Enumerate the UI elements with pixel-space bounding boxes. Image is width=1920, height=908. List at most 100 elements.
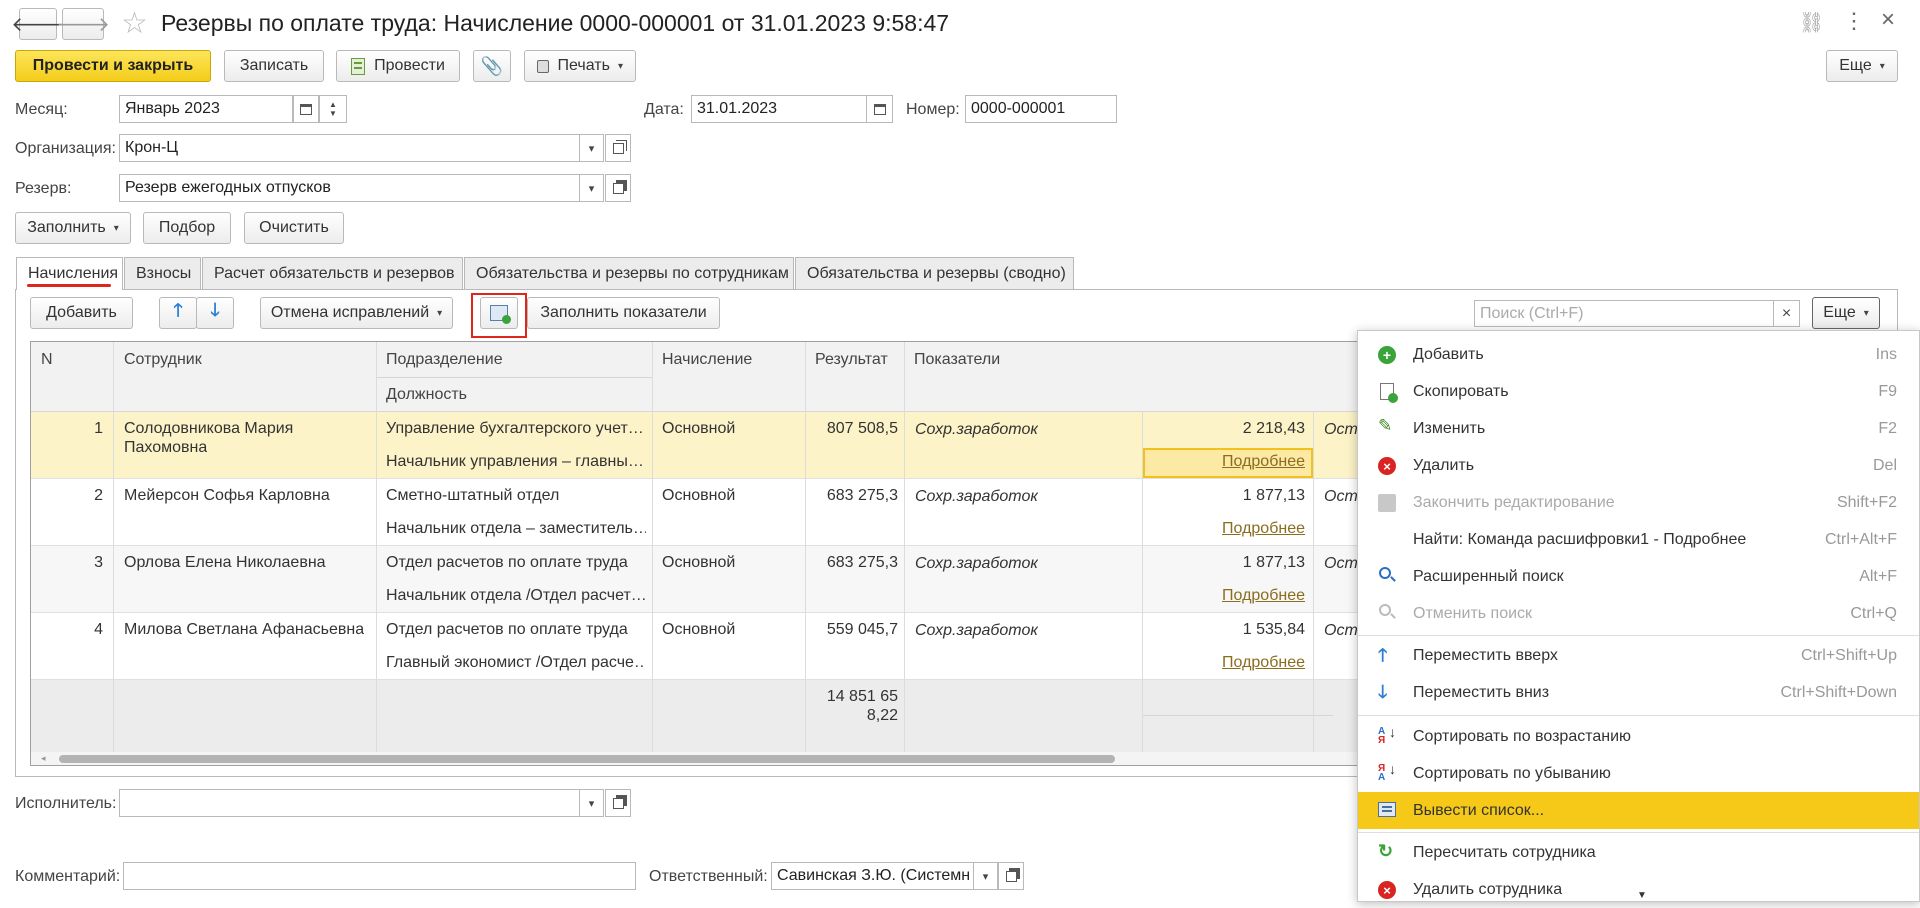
executor-dropdown[interactable]: ▾: [579, 789, 604, 817]
column-header-employee[interactable]: Сотрудник: [124, 351, 202, 369]
tab-accruals[interactable]: Начисления: [16, 257, 123, 290]
edit-icon: ✎: [1378, 416, 1393, 435]
column-header-n[interactable]: N: [41, 351, 53, 369]
column-header-result[interactable]: Результат: [815, 351, 888, 369]
search-input[interactable]: Поиск (Ctrl+F): [1474, 300, 1774, 327]
pick-button[interactable]: Подбор: [143, 212, 231, 244]
column-header-accrual[interactable]: Начисление: [662, 351, 752, 369]
back-button[interactable]: 🡐: [11, 8, 65, 40]
organization-open-button[interactable]: [605, 134, 631, 162]
close-icon[interactable]: ×: [1881, 6, 1895, 34]
date-field[interactable]: 31.01.2023: [691, 95, 867, 123]
tab-obligations-summary[interactable]: Обязательства и резервы (сводно): [795, 257, 1074, 289]
details-link[interactable]: Подробнее: [1142, 520, 1305, 538]
move-down-button[interactable]: 🡓: [196, 297, 234, 329]
row-number: 4: [94, 621, 103, 638]
close-icon: ×: [1781, 304, 1792, 322]
reserve-open-button[interactable]: [605, 174, 631, 202]
column-header-department[interactable]: Подразделение: [386, 351, 503, 369]
delete-icon: ×: [1378, 457, 1396, 475]
comment-label: Комментарий:: [15, 868, 121, 885]
position: Начальник отдела – заместитель…: [386, 520, 646, 537]
responsible-field[interactable]: Савинская З.Ю. (Системн: [771, 862, 974, 890]
link-icon[interactable]: ⛓: [1799, 10, 1824, 35]
menu-separator: [1358, 832, 1919, 833]
date-calendar-button[interactable]: [866, 95, 893, 123]
organization-field[interactable]: Крон-Ц: [119, 134, 580, 162]
menu-scroll-down-icon[interactable]: ▼: [1637, 890, 1647, 901]
menu-item-sort-descending[interactable]: ЯА ↓ Сортировать по убыванию: [1358, 755, 1919, 792]
comment-field[interactable]: [123, 862, 636, 890]
date-label: Дата:: [644, 101, 684, 118]
employee-name: Мейерсон Софья Карловна: [124, 487, 330, 504]
responsible-label: Ответственный:: [649, 868, 768, 885]
clear-search-button[interactable]: ×: [1773, 300, 1800, 327]
responsible-dropdown[interactable]: ▾: [973, 862, 998, 890]
fill-button[interactable]: Заполнить ▾: [15, 212, 131, 244]
arrow-up-icon: 🡑: [1378, 645, 1388, 665]
result-value: 683 275,3: [826, 487, 898, 504]
organization-dropdown[interactable]: ▾: [579, 134, 604, 162]
table-more-button[interactable]: Еще ▾: [1812, 297, 1880, 329]
details-link[interactable]: Подробнее: [1142, 453, 1305, 471]
menu-item-edit[interactable]: ✎ Изменить F2: [1358, 410, 1919, 447]
output-list-button[interactable]: [480, 297, 518, 329]
tab-obligations-by-employee[interactable]: Обязательства и резервы по сотрудникам: [464, 257, 794, 289]
attach-button[interactable]: 📎: [473, 50, 511, 82]
menu-item-end-edit[interactable]: Закончить редактирование Shift+F2: [1358, 484, 1919, 521]
horizontal-scrollbar[interactable]: ◂: [31, 752, 1365, 765]
executor-open-button[interactable]: [605, 789, 631, 817]
dropdown-caret-icon: ▾: [1879, 60, 1885, 72]
menu-item-move-up[interactable]: 🡑 Переместить вверх Ctrl+Shift+Up: [1358, 637, 1919, 674]
menu-item-output-list[interactable]: Вывести список...: [1358, 792, 1919, 829]
tab-obligations-calculation[interactable]: Расчет обязательств и резервов: [202, 257, 463, 289]
calendar-icon: [300, 103, 312, 115]
menu-dots-icon[interactable]: ⋮: [1843, 8, 1865, 34]
menu-item-add[interactable]: + Добавить Ins: [1358, 336, 1919, 373]
number-field[interactable]: 0000-000001: [965, 95, 1117, 123]
month-stepper[interactable]: ▲ ▼: [319, 95, 347, 123]
executor-label: Исполнитель:: [15, 795, 117, 812]
print-button[interactable]: Печать ▾: [524, 50, 636, 82]
month-label: Месяц:: [15, 101, 68, 118]
add-row-button[interactable]: Добавить: [30, 297, 133, 329]
menu-item-recalculate-employee[interactable]: ↻ Пересчитать сотрудника: [1358, 834, 1919, 871]
column-header-indicators[interactable]: Показатели: [914, 351, 1000, 369]
menu-item-cancel-search[interactable]: Отменить поиск Ctrl+Q: [1358, 595, 1919, 632]
details-link[interactable]: Подробнее: [1142, 587, 1305, 605]
menu-item-copy[interactable]: Скопировать F9: [1358, 373, 1919, 410]
fill-indicators-button[interactable]: Заполнить показатели: [527, 297, 720, 329]
column-header-position[interactable]: Должность: [386, 386, 467, 404]
details-link[interactable]: Подробнее: [1142, 654, 1305, 672]
month-field[interactable]: Январь 2023: [119, 95, 293, 123]
cancel-corrections-button[interactable]: Отмена исправлений ▾: [260, 297, 453, 329]
executor-field[interactable]: [119, 789, 580, 817]
responsible-open-button[interactable]: [998, 862, 1024, 890]
reserve-field[interactable]: Резерв ежегодных отпусков: [119, 174, 580, 202]
forward-button[interactable]: 🡒: [56, 8, 110, 40]
menu-item-move-down[interactable]: 🡓 Переместить вниз Ctrl+Shift+Down: [1358, 674, 1919, 711]
calendar-button[interactable]: [293, 95, 319, 123]
post-and-close-button[interactable]: Провести и закрыть: [15, 50, 211, 82]
menu-item-find-details[interactable]: Найти: Команда расшифровки1 - Подробнее …: [1358, 521, 1919, 558]
menu-separator: [1358, 715, 1919, 716]
menu-item-delete[interactable]: × Удалить Del: [1358, 447, 1919, 484]
tab-contributions[interactable]: Взносы: [124, 257, 201, 289]
scroll-left-icon[interactable]: ◂: [41, 753, 46, 764]
arrow-down-icon: 🡓: [1378, 682, 1388, 702]
more-button[interactable]: Еще ▾: [1826, 50, 1898, 82]
clear-button[interactable]: Очистить: [244, 212, 344, 244]
scrollbar-thumb[interactable]: [59, 755, 1115, 763]
cancel-search-icon: [1379, 604, 1397, 622]
favorite-star-icon[interactable]: ☆: [121, 6, 148, 41]
result-value: 683 275,3: [826, 554, 898, 571]
move-up-button[interactable]: 🡑: [159, 297, 197, 329]
menu-item-advanced-search[interactable]: Расширенный поиск Alt+F: [1358, 558, 1919, 595]
employee-name: Милова Светлана Афанасьевна: [124, 621, 365, 638]
menu-item-sort-ascending[interactable]: АЯ ↓ Сортировать по возрастанию: [1358, 718, 1919, 755]
accruals-table: N Сотрудник Подразделение Должность Начи…: [30, 341, 1366, 766]
post-button[interactable]: Провести: [336, 50, 460, 82]
save-button[interactable]: Записать: [224, 50, 324, 82]
reserve-dropdown[interactable]: ▾: [579, 174, 604, 202]
dropdown-caret-icon: ▾: [617, 60, 623, 72]
